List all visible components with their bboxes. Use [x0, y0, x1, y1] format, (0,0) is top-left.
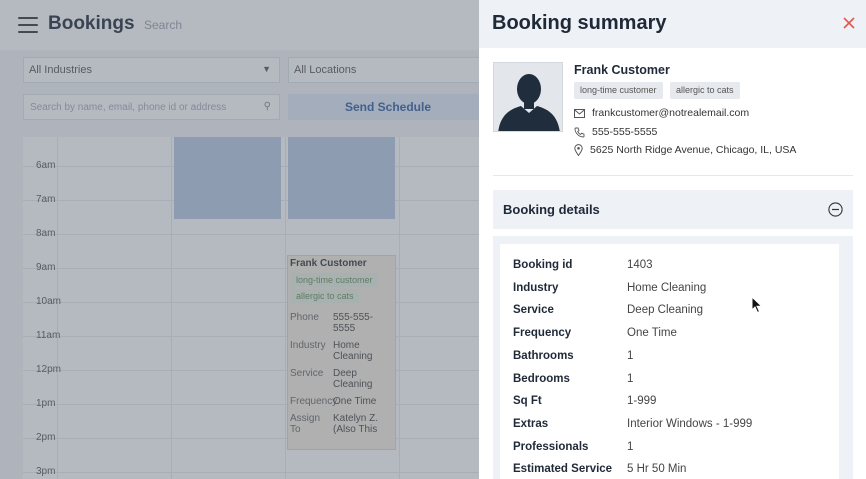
drawer-title: Booking summary: [492, 12, 667, 34]
detail-label: Booking id: [513, 259, 573, 271]
booking-summary-drawer: Booking summary Frank Customer long-time…: [479, 0, 866, 479]
detail-label: Frequency: [513, 327, 572, 340]
detail-label: Sq Ft: [513, 395, 542, 408]
detail-value: Interior Windows - 1-999: [627, 417, 753, 430]
detail-value: 1-999: [627, 395, 657, 408]
detail-row: Extras Interior Windows - 1-999: [513, 418, 833, 438]
location-pin-icon: [574, 144, 583, 156]
detail-value: 1: [627, 349, 634, 362]
detail-row: Industry Home Cleaning: [513, 282, 833, 302]
detail-label: Bathrooms: [513, 349, 574, 362]
customer-tag: long-time customer: [574, 82, 663, 99]
customer-email-row: frankcustomer@notrealemail.com: [574, 107, 749, 119]
booking-details-card: Booking id 1403 Industry Home Cleaning Servi…: [500, 244, 839, 479]
customer-phone[interactable]: 555-555-5555: [592, 126, 657, 138]
detail-value: 1: [627, 372, 634, 385]
detail-value: 1403: [627, 259, 653, 271]
detail-row: Sq Ft 1-999: [513, 395, 833, 415]
customer-address: 5625 North Ridge Avenue, Chicago, IL, US…: [590, 144, 797, 156]
customer-tag: allergic to cats: [670, 82, 740, 99]
booking-details-header[interactable]: Booking details: [493, 190, 853, 229]
divider: [493, 175, 853, 176]
customer-name: Frank Customer: [574, 63, 670, 77]
person-silhouette-icon: [498, 74, 560, 131]
phone-icon: [574, 127, 585, 137]
detail-value: One Time: [627, 327, 677, 340]
detail-label: Service: [513, 304, 554, 317]
customer-phone-row: 555-555-5555: [574, 126, 657, 138]
detail-row: Professionals 1: [513, 441, 833, 461]
detail-row: Frequency One Time: [513, 327, 833, 347]
detail-row: Bedrooms 1: [513, 373, 833, 393]
collapse-icon[interactable]: [828, 202, 843, 217]
mail-icon: [574, 108, 585, 118]
detail-label: Bedrooms: [513, 372, 570, 385]
detail-row: Bathrooms 1: [513, 350, 833, 370]
detail-row: Service Deep Cleaning: [513, 304, 833, 324]
booking-details-title: Booking details: [503, 202, 600, 217]
customer-email[interactable]: frankcustomer@notrealemail.com: [592, 107, 749, 119]
detail-value: Home Cleaning: [627, 281, 707, 294]
detail-label: Extras: [513, 417, 549, 430]
detail-row: Estimated Service 5 Hr 50 Min: [513, 463, 833, 479]
detail-value: 5 Hr 50 Min: [627, 463, 687, 476]
mouse-cursor-icon: [751, 296, 763, 314]
detail-row: Booking id 1403: [513, 259, 833, 279]
detail-label: Professionals: [513, 440, 589, 453]
avatar: [493, 62, 563, 132]
detail-label: Industry: [513, 281, 559, 294]
close-icon[interactable]: [840, 14, 858, 32]
customer-address-row: 5625 North Ridge Avenue, Chicago, IL, US…: [574, 144, 796, 156]
booking-details-panel: Booking id 1403 Industry Home Cleaning Servi…: [493, 236, 853, 479]
detail-value: 1: [627, 440, 634, 453]
drawer-header: Booking summary: [479, 0, 866, 48]
detail-label: Estimated Service: [513, 463, 613, 476]
detail-value: Deep Cleaning: [627, 304, 704, 317]
